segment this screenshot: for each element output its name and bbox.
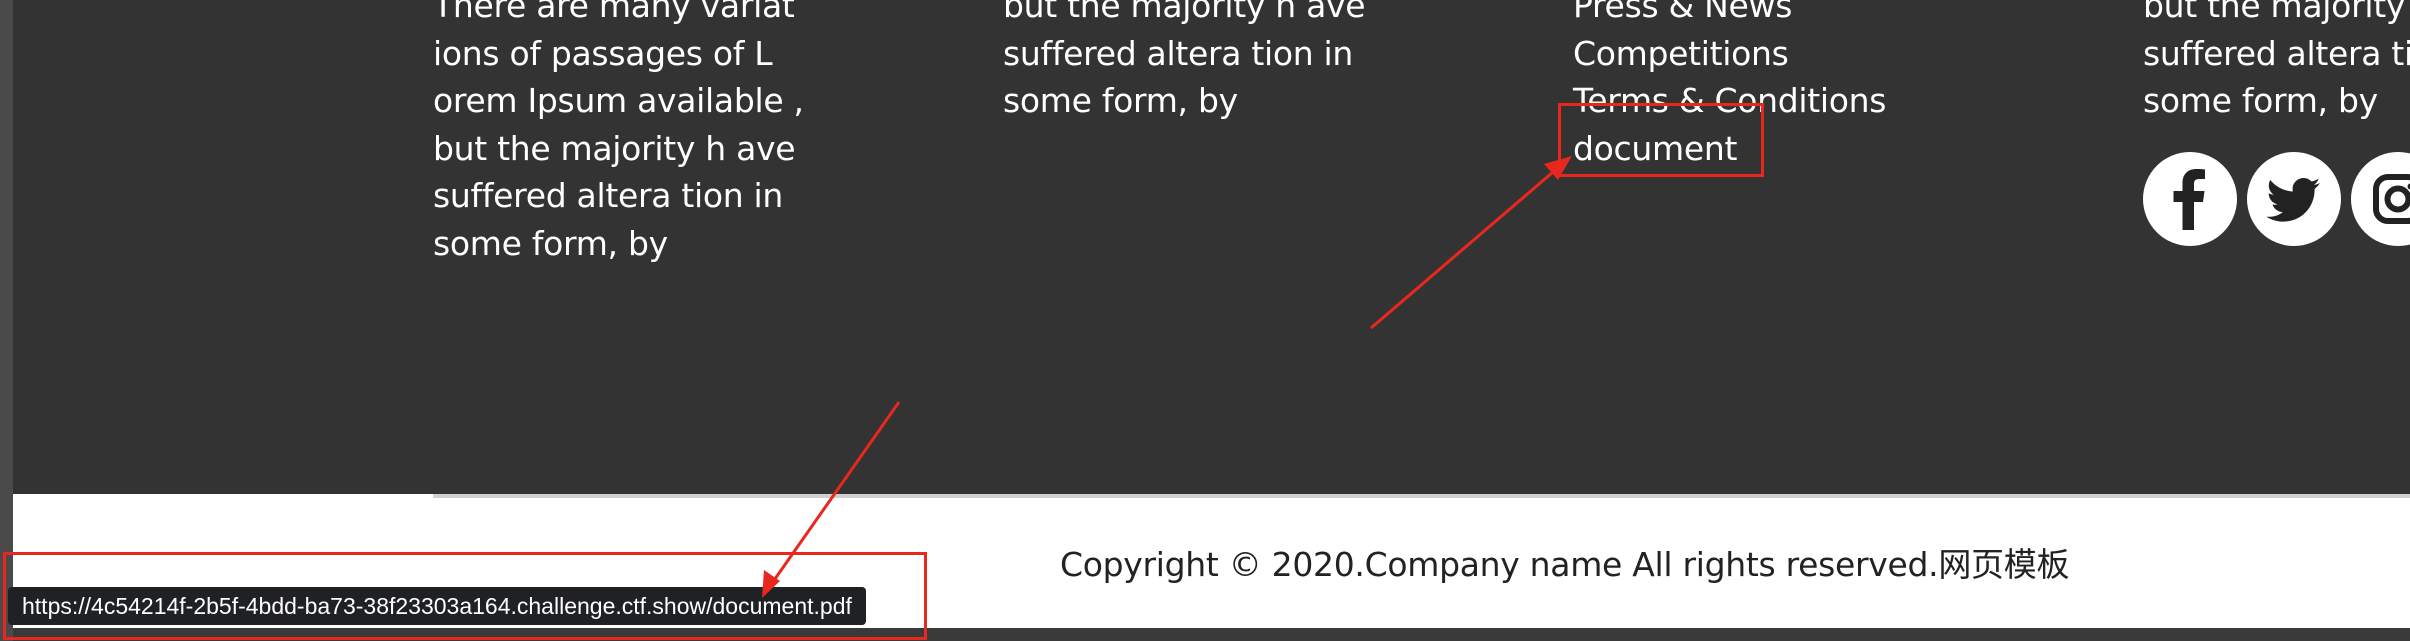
facebook-link[interactable] (2143, 152, 2237, 246)
twitter-icon (2266, 178, 2320, 222)
left-edge-strip (0, 0, 13, 641)
footer-link-competitions[interactable]: Competitions (1573, 30, 1886, 78)
footer-link-terms[interactable]: Terms & Conditions (1573, 77, 1886, 125)
twitter-link[interactable] (2247, 152, 2341, 246)
footer-column-links: Press & News Competitions Terms & Condit… (1573, 0, 1886, 172)
footer-text-line: some form, by (1003, 81, 1238, 121)
footer-column-about: There are many variat ions of passages o… (433, 0, 804, 268)
footer-text-line: suffered altera tion in (2143, 33, 2410, 73)
window-bottom-strip (13, 628, 2410, 641)
facebook-icon (2173, 169, 2205, 230)
footer-text-line: but the majority h ave (2143, 0, 2410, 25)
page-frame: There are many variat ions of passages o… (0, 0, 2410, 641)
footer-text-line: There are many variat (433, 0, 795, 25)
copyright-text: Copyright © 2020.Company name All rights… (1060, 545, 2070, 584)
footer-text-line: but the majority h ave (1003, 0, 1366, 25)
footer-text-line: ions of passages of L (433, 33, 773, 73)
footer-text-line: but the majority h ave (433, 128, 796, 168)
footer-link-press-news[interactable]: Press & News (1573, 0, 1886, 30)
footer-text-line: suffered altera tion in (1003, 33, 1354, 73)
footer-link-document[interactable]: document (1573, 125, 1886, 173)
instagram-link[interactable] (2351, 152, 2410, 246)
footer-column-info: but the majority h ave suffered altera t… (1003, 0, 1366, 125)
footer-text-line: some form, by (433, 223, 668, 263)
status-bar-url: https://4c54214f-2b5f-4bdd-ba73-38f23303… (8, 587, 866, 625)
footer-text-line: suffered altera tion in (433, 176, 784, 216)
footer-text-line: some form, by (2143, 81, 2378, 121)
footer-column-contact: but the majority h ave suffered altera t… (2143, 0, 2410, 125)
footer-text-line: orem Ipsum available , (433, 81, 804, 121)
instagram-icon (2373, 174, 2410, 224)
